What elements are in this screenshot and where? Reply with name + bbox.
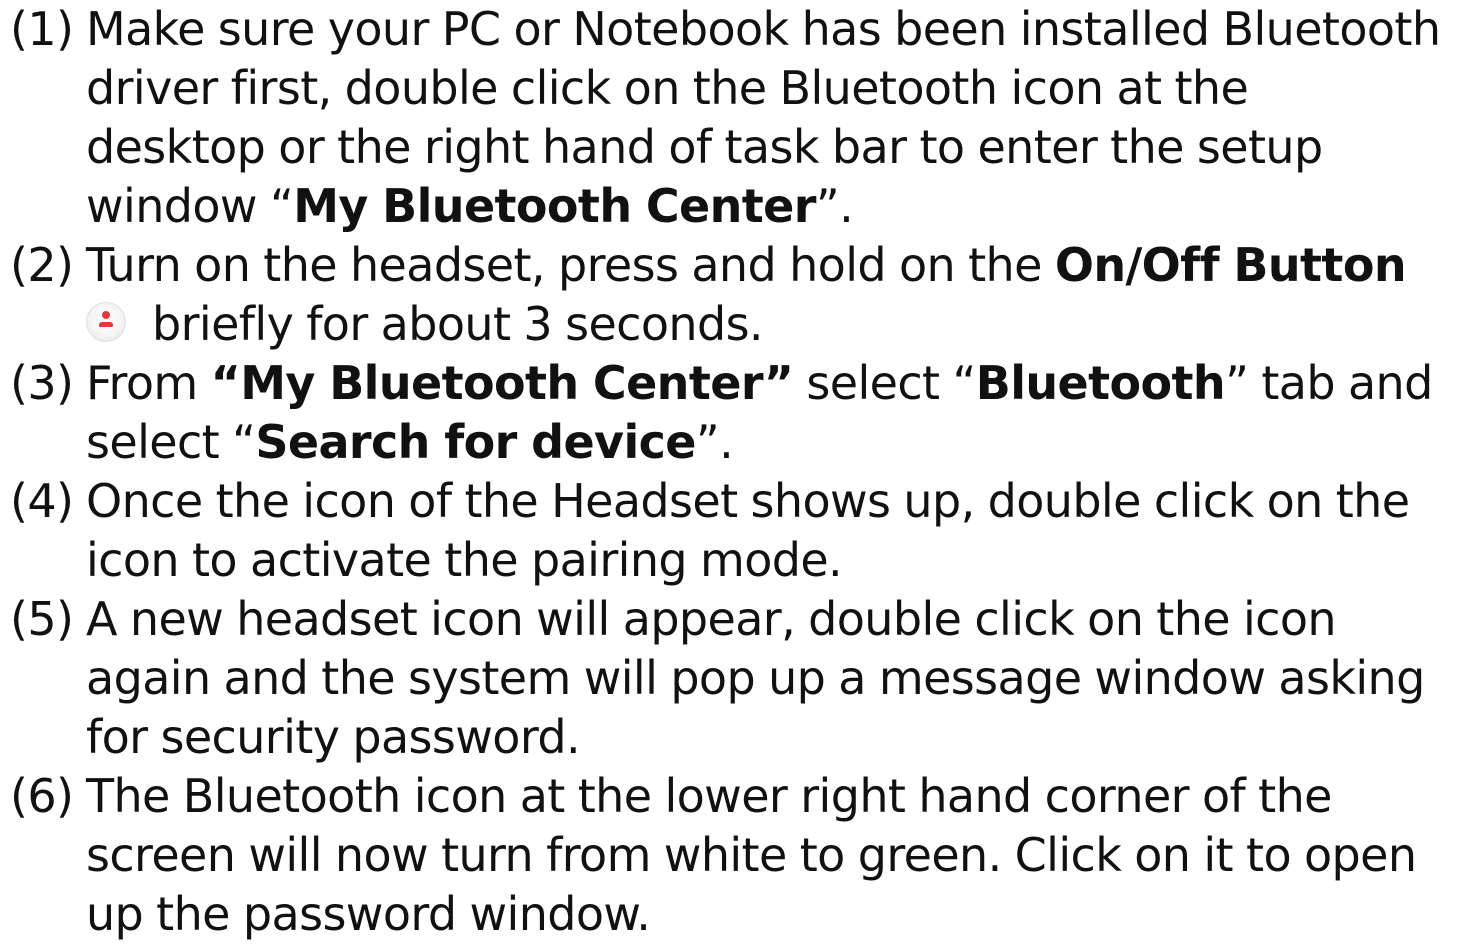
bold-term: “My Bluetooth Center” xyxy=(210,356,794,410)
step-line: for security password. xyxy=(86,710,581,764)
step-1: (1) Make sure your PC or Notebook has be… xyxy=(0,0,1460,236)
step-line: again and the system will pop up a messa… xyxy=(86,651,1425,705)
instruction-document: (1) Make sure your PC or Notebook has be… xyxy=(0,0,1460,944)
step-number: (6) xyxy=(10,769,74,823)
step-line: window “My Bluetooth Center”. xyxy=(86,179,854,233)
step-3: (3) From “My Bluetooth Center” select “B… xyxy=(0,354,1460,472)
step-line: Make sure your PC or Notebook has been i… xyxy=(86,2,1441,56)
step-line: select “Search for device”. xyxy=(86,415,734,469)
step-line: driver first, double click on the Blueto… xyxy=(86,61,1249,115)
step-number: (3) xyxy=(10,356,74,410)
step-line: icon to activate the pairing mode. xyxy=(86,533,843,587)
bold-term: On/Off Button xyxy=(1054,238,1407,292)
step-line: The Bluetooth icon at the lower right ha… xyxy=(86,769,1332,823)
bold-term: Search for device xyxy=(255,415,696,469)
step-line: From “My Bluetooth Center” select “Bluet… xyxy=(86,356,1433,410)
step-2: (2) Turn on the headset, press and hold … xyxy=(0,236,1460,354)
on-off-button-icon xyxy=(86,302,126,342)
step-line: screen will now turn from white to green… xyxy=(86,828,1417,882)
step-5: (5) A new headset icon will appear, doub… xyxy=(0,590,1460,767)
step-6: (6) The Bluetooth icon at the lower righ… xyxy=(0,767,1460,944)
step-line: briefly for about 3 seconds. xyxy=(86,295,1460,354)
bold-term: Bluetooth xyxy=(975,356,1226,410)
step-number: (2) xyxy=(10,238,74,292)
bold-term: My Bluetooth Center xyxy=(293,179,816,233)
step-line: Once the icon of the Headset shows up, d… xyxy=(86,474,1410,528)
step-4: (4) Once the icon of the Headset shows u… xyxy=(0,472,1460,590)
step-number: (4) xyxy=(10,474,74,528)
step-number: (1) xyxy=(10,2,74,56)
step-number: (5) xyxy=(10,592,74,646)
step-line: A new headset icon will appear, double c… xyxy=(86,592,1337,646)
step-line: desktop or the right hand of task bar to… xyxy=(86,120,1323,174)
step-line: up the password window. xyxy=(86,887,651,941)
step-line: Turn on the headset, press and hold on t… xyxy=(86,238,1407,292)
